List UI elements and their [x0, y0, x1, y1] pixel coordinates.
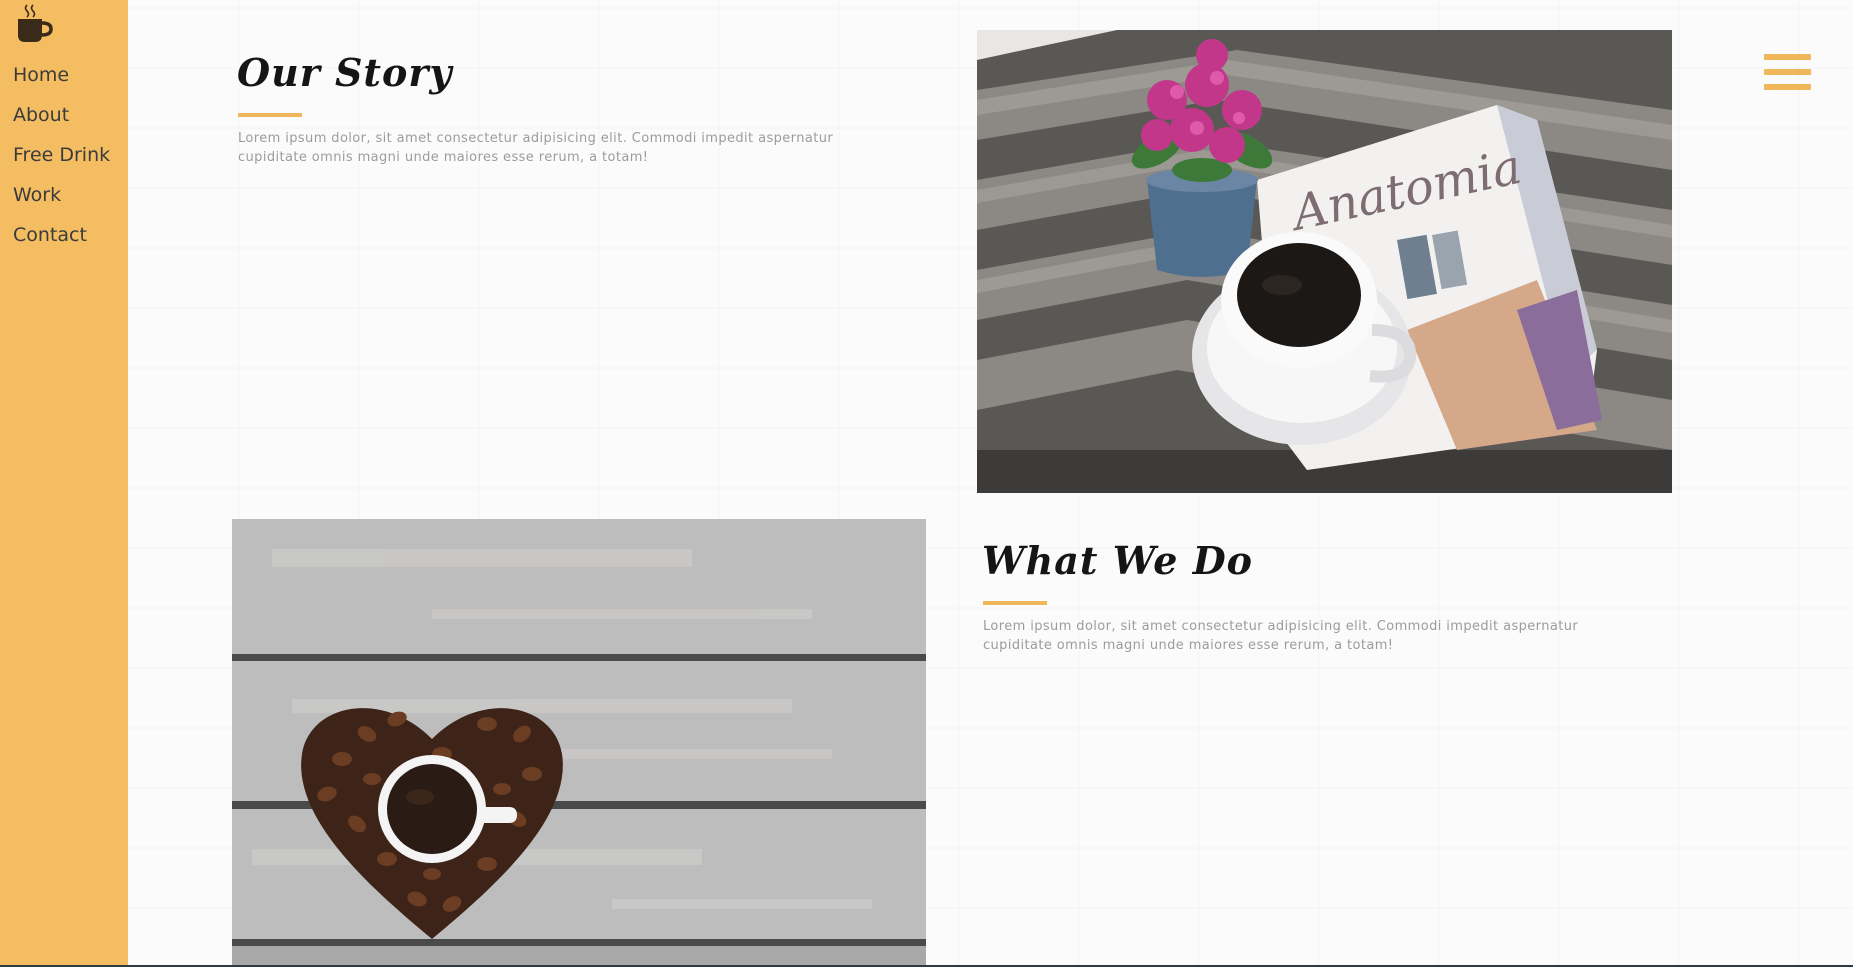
hamburger-menu-icon[interactable]: [1764, 54, 1811, 96]
our-story-underline: [238, 113, 302, 117]
what-we-do-text: Lorem ipsum dolor, sit amet consectetur …: [983, 619, 1579, 653]
nav-item-home[interactable]: Home: [13, 62, 110, 102]
sidebar: Home About Free Drink Work Contact: [0, 0, 128, 965]
hamburger-bar: [1764, 69, 1811, 75]
hamburger-bar: [1764, 54, 1811, 60]
hamburger-bar: [1764, 84, 1811, 90]
sidebar-nav: Home About Free Drink Work Contact: [13, 62, 110, 262]
nav-item-contact[interactable]: Contact: [13, 222, 110, 262]
nav-item-about[interactable]: About: [13, 102, 110, 142]
our-story-title: Our Story: [237, 50, 453, 95]
our-story-text: Lorem ipsum dolor, sit amet consectetur …: [238, 131, 834, 165]
coffee-cup-magazine-flowers-photo: Anatomia: [977, 30, 1672, 493]
coffee-mug-icon[interactable]: [14, 2, 54, 44]
nav-item-work[interactable]: Work: [13, 182, 110, 222]
what-we-do-underline: [983, 601, 1047, 605]
what-we-do-title: What We Do: [982, 538, 1253, 583]
coffee-beans-heart-photo: [232, 519, 926, 965]
nav-item-free-drink[interactable]: Free Drink: [13, 142, 110, 182]
